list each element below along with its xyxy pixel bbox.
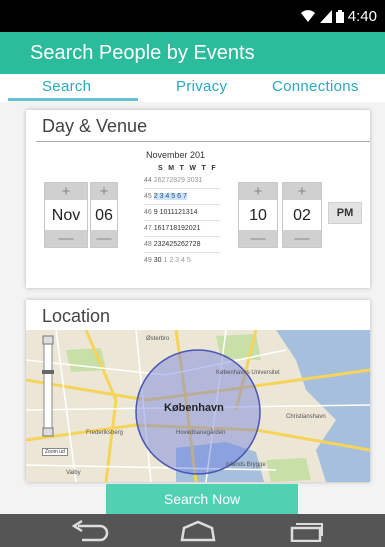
tab-privacy[interactable]: Privacy — [176, 78, 227, 95]
week-dates-next-month: 1 2 3 4 5 — [163, 257, 191, 264]
week-number: 47 — [144, 225, 152, 232]
status-time: 4:40 — [347, 8, 377, 25]
day-spinner: + 06 — — [90, 182, 118, 248]
calendar-week-row[interactable]: 49 30 1 2 3 4 5 — [144, 254, 220, 267]
day-venue-title: Day & Venue — [42, 116, 148, 136]
map-place-label: Københavns Universitet — [216, 370, 280, 376]
month-decrement-button[interactable]: — — [45, 230, 87, 247]
tab-indicator — [8, 98, 138, 101]
recent-apps-icon[interactable] — [286, 520, 326, 542]
map-place-label: Valby — [66, 470, 81, 476]
week-number: 48 — [144, 241, 152, 248]
app-title: Search People by Events — [30, 42, 255, 64]
week-number: 45 — [144, 193, 152, 200]
week-number: 49 — [144, 257, 152, 264]
system-nav-bar — [0, 514, 385, 547]
hour-decrement-button[interactable]: — — [239, 230, 277, 247]
location-title: Location — [42, 306, 111, 326]
signal-icon — [319, 10, 332, 23]
status-icons: 4:40 — [300, 8, 377, 25]
battery-icon — [335, 10, 344, 23]
location-card: Location Østerbro Københavns Universitet… — [26, 300, 370, 482]
calendar-week-row[interactable]: 47 161718192021 — [144, 222, 220, 235]
map-view[interactable]: Østerbro Københavns Universitet Frederik… — [26, 330, 370, 482]
week-dates: 161718192021 — [153, 225, 201, 232]
calendar-separator — [144, 236, 220, 237]
minute-spinner: + 02 — — [282, 182, 322, 248]
map-place-label: Islands Brygge — [226, 462, 266, 468]
calendar-title: November 201 — [146, 150, 206, 160]
calendar: November 201 S M T W T F 44 26272829 303… — [142, 144, 222, 284]
month-spinner: + Nov — — [44, 182, 88, 248]
week-dates: 30 — [153, 257, 162, 264]
tab-bar: Search Privacy Connections — [0, 74, 385, 102]
calendar-week-row[interactable]: 44 26272829 3031 — [144, 174, 220, 187]
status-bar: 4:40 — [0, 0, 385, 32]
minute-decrement-button[interactable]: — — [283, 230, 321, 247]
map-place-label: Hovedbanegården — [176, 430, 226, 436]
week-number: 46 — [144, 209, 152, 216]
tab-connections[interactable]: Connections — [272, 78, 359, 95]
calendar-separator — [144, 220, 220, 221]
day-increment-button[interactable]: + — [91, 183, 117, 200]
day-value[interactable]: 06 — [91, 201, 117, 231]
back-icon[interactable] — [70, 520, 110, 542]
week-dates: 26272829 3031 — [153, 177, 203, 184]
divider — [36, 141, 370, 142]
calendar-separator — [144, 188, 220, 189]
month-increment-button[interactable]: + — [45, 183, 87, 200]
minute-increment-button[interactable]: + — [283, 183, 321, 200]
wifi-icon — [300, 10, 315, 22]
app-bar: Search People by Events — [0, 32, 385, 74]
ampm-toggle[interactable]: PM — [328, 202, 362, 224]
calendar-week-row-selected[interactable]: 45 2 3 4 5 6 7 — [144, 190, 220, 203]
day-venue-card: Day & Venue + Nov — + 06 — November 201 … — [26, 110, 370, 288]
map-place-label: Østerbro — [146, 336, 170, 342]
search-now-button[interactable]: Search Now — [106, 484, 298, 514]
week-dates: 2 3 4 5 6 7 — [153, 193, 187, 200]
month-value[interactable]: Nov — [45, 201, 87, 231]
hour-value[interactable]: 10 — [239, 201, 277, 231]
zoom-out-button[interactable]: Zoom ud — [42, 448, 68, 456]
home-icon[interactable] — [178, 520, 218, 542]
calendar-separator — [144, 252, 220, 253]
tab-search[interactable]: Search — [42, 78, 91, 95]
calendar-separator — [144, 204, 220, 205]
week-number: 44 — [144, 177, 152, 184]
map-place-label: Frederiksberg — [86, 430, 124, 436]
calendar-weekdays: S M T W T F — [158, 165, 218, 172]
week-dates: 232425262728 — [153, 241, 201, 248]
minute-value[interactable]: 02 — [283, 201, 321, 231]
hour-spinner: + 10 — — [238, 182, 278, 248]
calendar-week-row[interactable]: 48 232425262728 — [144, 238, 220, 251]
day-decrement-button[interactable]: — — [91, 230, 117, 247]
map-city-label: København — [164, 402, 224, 414]
hour-increment-button[interactable]: + — [239, 183, 277, 200]
week-dates: 9 1011121314 — [153, 209, 198, 216]
map-place-label: Christianshavn — [286, 414, 326, 420]
calendar-week-row[interactable]: 46 9 1011121314 — [144, 206, 220, 219]
